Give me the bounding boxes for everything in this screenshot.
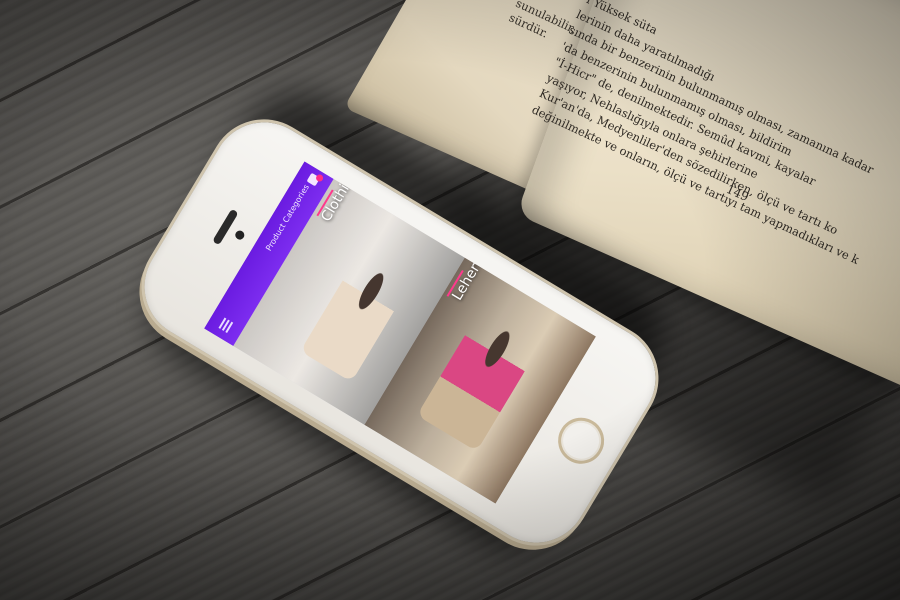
scene: sunulabilir, sürdür. 'ı Yüksek süta leri… [0,0,900,600]
hamburger-menu-icon[interactable] [218,317,234,333]
